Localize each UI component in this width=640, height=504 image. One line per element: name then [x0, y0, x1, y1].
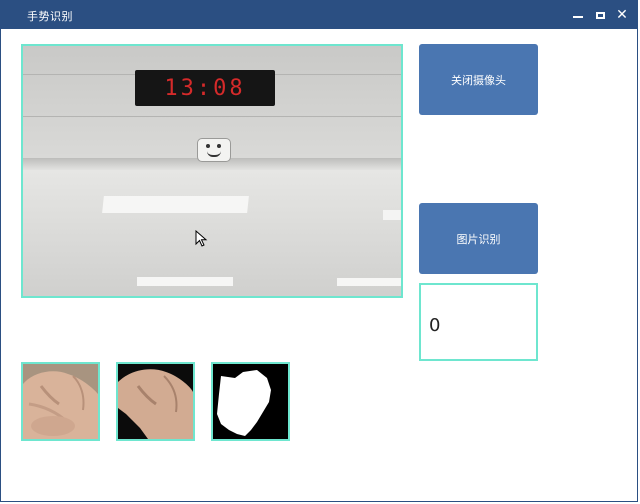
ceiling-light-reflection: [383, 210, 401, 220]
window-title: 手势识别: [27, 10, 73, 23]
minimize-icon: [573, 16, 583, 18]
maximize-button[interactable]: [591, 6, 609, 24]
hand-photo-image: [23, 364, 98, 439]
smiley-eye: [217, 144, 221, 148]
minimize-button[interactable]: [569, 6, 587, 24]
hand-mask-image: [213, 364, 288, 439]
close-camera-button[interactable]: 关闭摄像头: [419, 44, 538, 115]
wall-clock: 13:08: [135, 70, 275, 106]
hand-cropped-image: [118, 364, 193, 439]
thumbnail-hand-mask: [211, 362, 290, 441]
mouse-cursor-icon: [195, 230, 208, 247]
smiley-device-icon: [197, 138, 231, 162]
ceiling-light-reflection: [102, 196, 249, 213]
thumbnail-hand-original: [21, 362, 100, 441]
title-bar[interactable]: 手势识别 ✕: [1, 1, 637, 29]
smiley-mouth: [207, 151, 221, 157]
result-value: 0: [429, 315, 441, 336]
app-window: 手势识别 ✕ 13:08 关闭摄像头 图片识别 0: [0, 0, 638, 502]
maximize-icon: [595, 11, 605, 19]
thumbnail-hand-cropped: [116, 362, 195, 441]
ceiling-light-reflection: [137, 277, 233, 286]
ceiling-seam: [23, 116, 401, 117]
close-icon: ✕: [616, 7, 628, 23]
camera-preview: 13:08: [21, 44, 403, 298]
clock-display: 13:08: [164, 75, 246, 101]
ceiling-light-reflection: [337, 278, 401, 286]
result-box: 0: [419, 283, 538, 361]
smiley-eye: [206, 144, 210, 148]
close-button[interactable]: ✕: [613, 6, 631, 24]
recognize-image-button[interactable]: 图片识别: [419, 203, 538, 274]
